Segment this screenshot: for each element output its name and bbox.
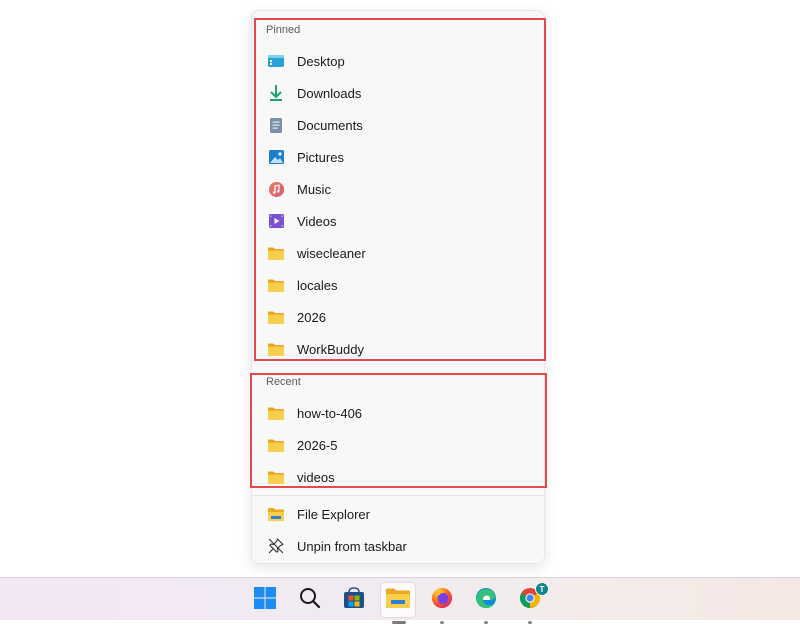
firefox-button[interactable] (424, 582, 460, 624)
pinned-item-label: 2026 (297, 309, 326, 325)
pinned-item-videos[interactable]: Videos (258, 206, 540, 236)
download-icon (267, 84, 285, 102)
file-explorer-icon (385, 587, 411, 614)
music-icon (267, 180, 285, 198)
firefox-icon (430, 586, 454, 615)
folder-icon (267, 308, 285, 326)
taskbar: T (0, 577, 800, 624)
microsoft-store-icon (342, 586, 366, 615)
open-file-explorer-button[interactable]: File Explorer (258, 499, 540, 529)
chrome-button[interactable]: T (512, 582, 549, 624)
recent-item-label: how-to-406 (297, 405, 363, 421)
pinned-item-documents[interactable]: Documents (258, 110, 540, 140)
recent-item-2026-5[interactable]: 2026-5 (258, 430, 540, 460)
pinned-item-label: Documents (297, 117, 363, 133)
pinned-item-label: locales (297, 277, 338, 293)
pinned-item-desktop[interactable]: Desktop (258, 46, 540, 76)
pinned-item-label: Music (297, 181, 331, 197)
unpin-from-taskbar-button[interactable]: Unpin from taskbar (258, 531, 540, 561)
windows-start-icon (253, 586, 277, 615)
recent-section-title: Recent (266, 376, 301, 388)
jump-list-popup: Pinned Desktop Downloads Documents Pictu… (251, 10, 545, 564)
folder-icon (267, 340, 285, 358)
pinned-item-pictures[interactable]: Pictures (258, 142, 540, 172)
pinned-item-downloads[interactable]: Downloads (258, 78, 540, 108)
edge-icon (474, 586, 498, 615)
pictures-icon (267, 148, 285, 166)
folder-icon (267, 244, 285, 262)
document-icon (267, 116, 285, 134)
action-label: Unpin from taskbar (297, 538, 407, 554)
edge-button[interactable] (468, 582, 504, 624)
recent-item-how-to-406[interactable]: how-to-406 (258, 398, 540, 428)
folder-icon (267, 468, 285, 486)
pinned-item-label: Desktop (297, 53, 345, 69)
profile-badge: T (535, 582, 549, 596)
pinned-item-2026[interactable]: 2026 (258, 302, 540, 332)
file-explorer-taskbar-button[interactable] (380, 582, 416, 624)
pinned-item-label: wisecleaner (297, 245, 366, 261)
recent-item-videos[interactable]: videos (258, 462, 540, 492)
search-icon (299, 587, 321, 614)
recent-item-label: videos (297, 469, 335, 485)
search-button[interactable] (292, 582, 328, 618)
pinned-item-label: Pictures (297, 149, 344, 165)
file-explorer-icon (267, 505, 285, 523)
folder-icon (267, 436, 285, 454)
actions-divider (252, 495, 544, 496)
pinned-item-label: Videos (297, 213, 337, 229)
action-label: File Explorer (297, 506, 370, 522)
desktop-icon (267, 52, 285, 70)
pinned-item-workbuddy[interactable]: WorkBuddy (258, 334, 540, 364)
microsoft-store-button[interactable] (336, 582, 372, 618)
videos-icon (267, 212, 285, 230)
start-button[interactable] (247, 582, 283, 618)
pinned-item-music[interactable]: Music (258, 174, 540, 204)
pinned-section-title: Pinned (266, 24, 301, 36)
pinned-item-locales[interactable]: locales (258, 270, 540, 300)
pinned-item-label: WorkBuddy (297, 341, 364, 357)
unpin-icon (267, 537, 285, 555)
pinned-item-label: Downloads (297, 85, 362, 101)
recent-item-label: 2026-5 (297, 437, 338, 453)
folder-icon (267, 404, 285, 422)
folder-icon (267, 276, 285, 294)
pinned-item-wisecleaner[interactable]: wisecleaner (258, 238, 540, 268)
